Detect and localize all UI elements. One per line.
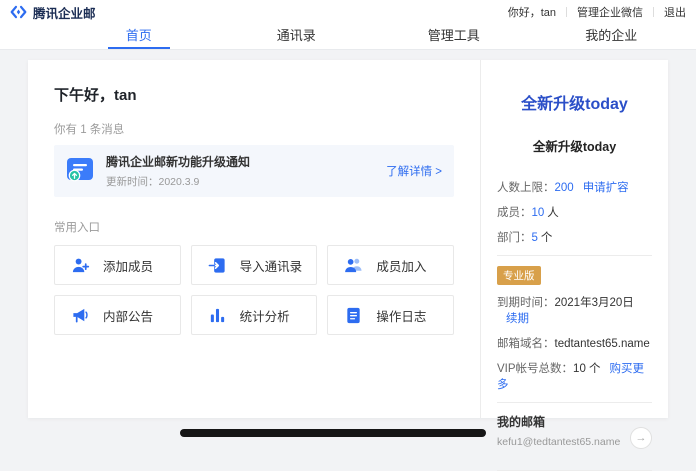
notification-title: 腾讯企业邮新功能升级通知 (106, 153, 250, 170)
renew-link[interactable]: 续期 (506, 313, 529, 325)
notification-detail-link[interactable]: 了解详情 > (386, 163, 442, 179)
divider (566, 7, 567, 17)
main-card: 下午好，tan 你有 1 条消息 腾讯企业邮新功能升级通知 更新时间：2020.… (28, 60, 668, 418)
add-member-icon (71, 256, 90, 275)
shortcuts-title: 常用入口 (54, 219, 454, 235)
expiry-row: 到期时间：2021年3月20日续期 (497, 294, 652, 326)
members-row: 成员：10人 (497, 204, 652, 220)
departments-label: 部门： (497, 232, 532, 244)
tab-home[interactable]: 首页 (60, 24, 218, 49)
member-limit-label: 人数上限： (497, 182, 555, 194)
shortcut-import-contacts[interactable]: 导入通讯录 (191, 245, 318, 285)
logout-link[interactable]: 退出 (664, 4, 686, 20)
main-nav: 首页 通讯录 管理工具 我的企业 (0, 24, 696, 50)
mailbox-address: kefu1@tedtantest65.name (497, 436, 652, 448)
tab-my-company[interactable]: 我的企业 (533, 24, 691, 49)
departments-value: 5 (532, 232, 538, 244)
notification-time: 更新时间：2020.3.9 (106, 174, 250, 189)
plan-badge: 专业版 (497, 266, 541, 285)
member-limit-row: 人数上限：200 申请扩容 (497, 179, 652, 195)
expand-capacity-link[interactable]: 申请扩容 (583, 182, 629, 194)
departments-unit: 个 (541, 232, 553, 244)
manage-wecom-link[interactable]: 管理企业微信 (577, 4, 643, 20)
operation-log-icon (344, 306, 363, 325)
app-title: 腾讯企业邮 (33, 3, 96, 22)
shortcuts-grid: 添加成员 导入通讯录 (54, 245, 454, 335)
members-value: 10 (532, 207, 545, 219)
shortcut-label: 导入通讯录 (240, 256, 303, 275)
topbar-right: 你好，tan 管理企业微信 退出 (508, 4, 686, 20)
shortcut-member-join[interactable]: 成员加入 (327, 245, 454, 285)
shortcut-label: 内部公告 (103, 306, 153, 325)
page-greeting: 下午好，tan (54, 84, 454, 105)
tab-contacts[interactable]: 通讯录 (218, 24, 376, 49)
statistics-icon (208, 306, 227, 325)
divider (653, 7, 654, 17)
shortcut-label: 添加成员 (103, 256, 153, 275)
promo-subtitle: 全新升级today (497, 136, 652, 155)
member-limit-value: 200 (555, 182, 574, 194)
vip-label: VIP帐号总数： (497, 363, 573, 375)
departments-row: 部门：5个 (497, 229, 652, 245)
sidebar-panel: 全新升级today 全新升级today 人数上限：200 申请扩容 成员：10人 … (480, 60, 668, 418)
domain-label: 邮箱域名： (497, 338, 555, 350)
shortcut-statistics[interactable]: 统计分析 (191, 295, 318, 335)
main-left-panel: 下午好，tan 你有 1 条消息 腾讯企业邮新功能升级通知 更新时间：2020.… (28, 60, 480, 418)
topbar: 腾讯企业邮 你好，tan 管理企业微信 退出 (0, 0, 696, 24)
vip-row: VIP帐号总数：10 个购买更多 (497, 360, 652, 392)
shortcut-label: 统计分析 (240, 306, 290, 325)
domain-row: 邮箱域名：tedtantest65.name (497, 335, 652, 351)
import-contacts-icon (208, 256, 227, 275)
domain-value: tedtantest65.name (555, 338, 650, 350)
bottom-dark-bar (180, 429, 486, 437)
exmail-logo-icon (10, 5, 27, 19)
shortcut-announcement[interactable]: 内部公告 (54, 295, 181, 335)
members-unit: 人 (547, 207, 559, 219)
shortcut-add-member[interactable]: 添加成员 (54, 245, 181, 285)
shortcut-operation-log[interactable]: 操作日志 (327, 295, 454, 335)
members-label: 成员： (497, 207, 532, 219)
tab-admin-tools[interactable]: 管理工具 (375, 24, 533, 49)
shortcut-label: 成员加入 (376, 256, 426, 275)
member-join-icon (344, 256, 363, 275)
vip-value: 10 个 (573, 363, 601, 375)
mail-upgrade-icon (66, 155, 94, 188)
divider (497, 402, 652, 403)
promo-banner-title[interactable]: 全新升级today (497, 90, 652, 114)
announcement-icon (71, 306, 90, 325)
open-mailbox-button[interactable]: → (630, 427, 652, 449)
user-greeting: 你好，tan (508, 4, 556, 20)
expiry-value: 2021年3月20日 (555, 297, 634, 309)
divider (497, 255, 652, 256)
notification-item[interactable]: 腾讯企业邮新功能升级通知 更新时间：2020.3.9 了解详情 > (54, 145, 454, 197)
message-count: 你有 1 条消息 (54, 121, 454, 137)
expiry-label: 到期时间： (497, 297, 555, 309)
notification-texts: 腾讯企业邮新功能升级通知 更新时间：2020.3.9 (106, 153, 250, 189)
org-stats: 人数上限：200 申请扩容 成员：10人 部门：5个 (497, 179, 652, 245)
shortcut-label: 操作日志 (376, 306, 426, 325)
app-logo[interactable]: 腾讯企业邮 (10, 3, 96, 22)
mailbox-title: 我的邮箱 (497, 413, 652, 430)
